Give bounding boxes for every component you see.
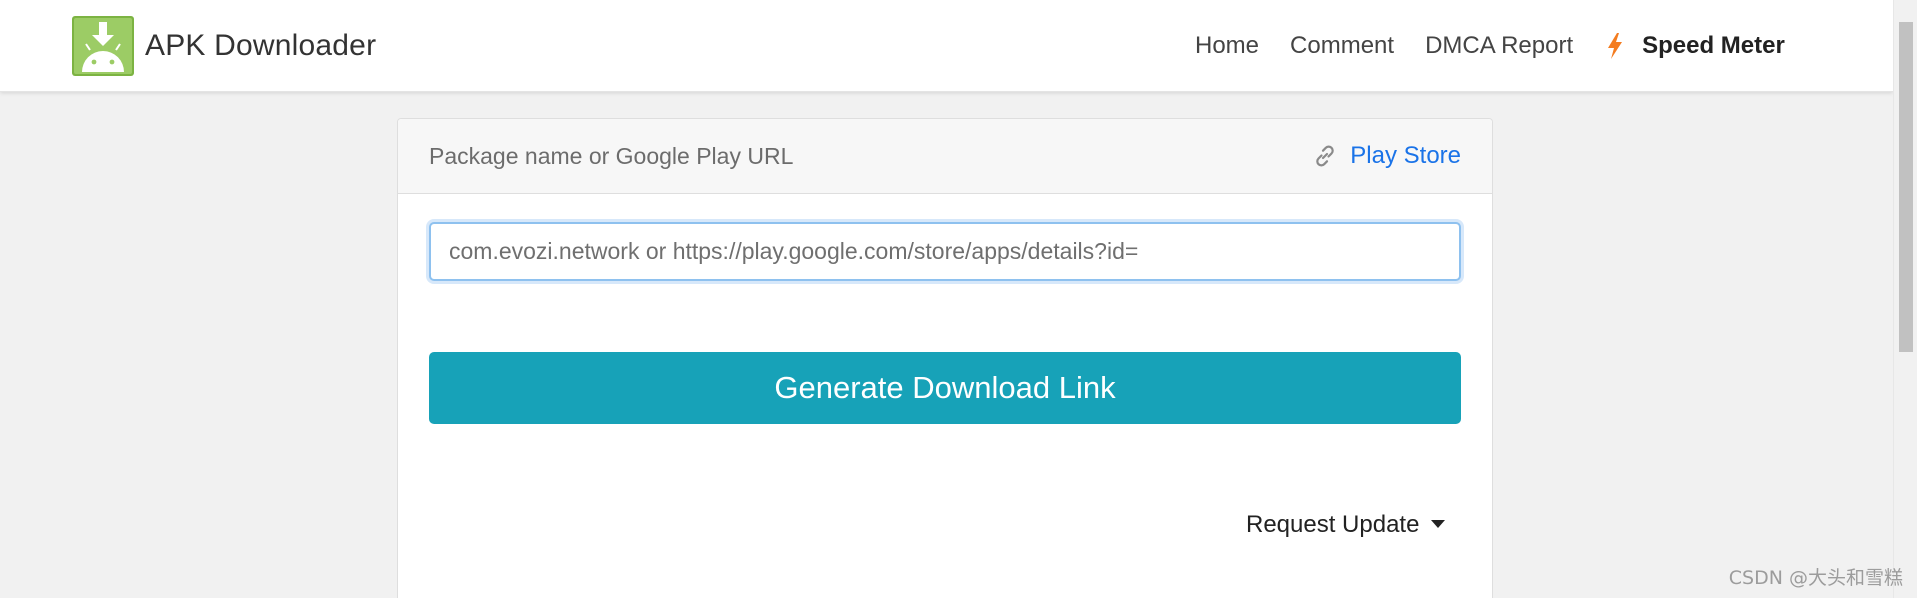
link-icon [1316,145,1335,167]
nav-comment[interactable]: Comment [1290,32,1394,60]
play-store-link[interactable]: Play Store [1312,142,1461,170]
vertical-scrollbar[interactable] [1893,0,1917,598]
play-store-label: Play Store [1350,142,1461,169]
request-update-label: Request Update [1246,511,1420,538]
nav-dmca-report[interactable]: DMCA Report [1425,32,1573,60]
generate-download-link-button[interactable]: Generate Download Link [429,352,1461,424]
scrollbar-thumb[interactable] [1899,22,1913,352]
caret-down-icon [1431,520,1446,528]
brand-name: APK Downloader [145,29,377,62]
card-header-title: Package name or Google Play URL [429,142,794,169]
android-download-icon [72,16,134,76]
request-update-dropdown[interactable]: Request Update [1246,511,1446,539]
watermark: CSDN @大头和雪糕 [1728,567,1903,589]
brand[interactable]: APK Downloader [72,16,376,76]
nav-speed-meter[interactable]: Speed Meter [1606,32,1785,60]
package-url-input[interactable] [429,222,1461,281]
apk-form-card: Package name or Google Play URL Play Sto… [397,118,1493,598]
speed-meter-label: Speed Meter [1642,32,1785,59]
card-header: Package name or Google Play URL Play Sto… [398,119,1492,194]
main-nav: Home Comment DMCA Report Speed Meter [1195,32,1785,60]
nav-home[interactable]: Home [1195,32,1259,60]
lightning-icon [1608,33,1623,59]
top-navbar: APK Downloader Home Comment DMCA Report … [0,0,1893,92]
url-input-wrapper [429,222,1461,281]
